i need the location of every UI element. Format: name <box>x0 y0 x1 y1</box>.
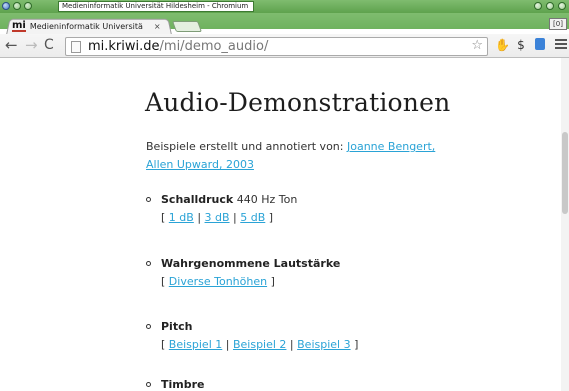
bracket-close: ] <box>350 338 359 351</box>
list-item: Timbre <box>146 376 205 391</box>
list-item: Pitch [ Beispiel 1 | Beispiel 2 | Beispi… <box>146 318 358 354</box>
list-item: Wahrgenommene Lautstärke [ Diverse Tonhö… <box>146 255 340 291</box>
extension-dollar-icon[interactable]: $ <box>514 38 528 53</box>
bullet-icon <box>146 261 151 266</box>
bracket-close: ] <box>265 211 274 224</box>
close-window-icon[interactable] <box>558 2 566 10</box>
tab-close-icon[interactable]: × <box>154 22 161 31</box>
byline: Beispiele erstellt und annotiert von: Jo… <box>146 138 446 174</box>
item-title: Wahrgenommene Lautstärke <box>161 255 340 273</box>
separator: | <box>229 211 241 224</box>
window-title: Medieninformatik Universität Hildesheim … <box>58 1 254 12</box>
audio-link-1db[interactable]: 1 dB <box>169 211 194 224</box>
app-menu-icon[interactable] <box>2 2 10 10</box>
page-title: Audio-Demonstrationen <box>145 88 451 117</box>
site-favicon-icon: mi <box>12 19 26 32</box>
window-controls <box>534 2 566 10</box>
item-links: [ Diverse Tonhöhen ] <box>161 273 340 291</box>
audio-link-3db[interactable]: 3 dB <box>205 211 230 224</box>
bracket-close: ] <box>267 275 275 288</box>
url-host: mi.kriwi.de <box>88 39 160 54</box>
bullet-icon <box>146 382 151 387</box>
item-title-rest: 440 Hz Ton <box>233 193 298 206</box>
audio-link-beispiel-2[interactable]: Beispiel 2 <box>233 338 286 351</box>
url-path: /mi/demo_audio/ <box>159 39 269 54</box>
item-title: Timbre <box>161 376 205 391</box>
tab-content[interactable]: mi Medieninformatik Universitä × <box>12 19 161 33</box>
bullet-icon <box>146 197 151 202</box>
scrollbar-thumb[interactable] <box>562 132 568 214</box>
item-title: Pitch <box>161 318 358 336</box>
page-icon <box>71 41 81 53</box>
window-circle-icon[interactable] <box>13 2 21 10</box>
list-item: Schalldruck 440 Hz Ton [ 1 dB | 3 dB | 5… <box>146 191 297 227</box>
audio-link-beispiel-3[interactable]: Beispiel 3 <box>297 338 350 351</box>
maximize-icon[interactable] <box>546 2 554 10</box>
bullet-icon <box>146 324 151 329</box>
bookmark-star-icon[interactable]: ☆ <box>471 38 483 53</box>
window-titlebar: Medieninformatik Universität Hildesheim … <box>0 0 569 13</box>
tab-label: Medieninformatik Universitä <box>29 21 143 31</box>
hamburger-menu-icon[interactable] <box>555 39 567 51</box>
item-title-bold: Pitch <box>161 320 193 333</box>
bracket-open: [ <box>161 338 169 351</box>
separator: | <box>222 338 233 351</box>
browser-toolbar: ← → C mi.kriwi.de/mi/demo_audio/ ☆ ✋ $ <box>0 34 569 58</box>
audio-link-beispiel-1[interactable]: Beispiel 1 <box>169 338 222 351</box>
bracket-open: [ <box>161 211 169 224</box>
extension-lock-icon[interactable] <box>533 38 547 53</box>
byline-text: Beispiele erstellt und annotiert von: <box>146 140 347 153</box>
window-circle-icon[interactable] <box>24 2 32 10</box>
back-icon[interactable]: ← <box>5 37 18 53</box>
item-title-bold: Timbre <box>161 378 205 391</box>
profile-badge[interactable]: [0] <box>549 18 567 30</box>
item-links: [ 1 dB | 3 dB | 5 dB ] <box>161 209 297 227</box>
extension-hand-icon[interactable]: ✋ <box>495 38 510 53</box>
minimize-icon[interactable] <box>534 2 542 10</box>
separator: | <box>193 211 205 224</box>
bracket-open: [ <box>161 275 169 288</box>
address-bar[interactable]: mi.kriwi.de/mi/demo_audio/ ☆ <box>65 37 488 56</box>
window-app-controls <box>2 2 32 10</box>
item-links: [ Beispiel 1 | Beispiel 2 | Beispiel 3 ] <box>161 336 358 354</box>
item-title-bold: Wahrgenommene Lautstärke <box>161 257 341 270</box>
separator: | <box>286 338 298 351</box>
item-title-bold: Schalldruck <box>161 193 234 206</box>
audio-link-5db[interactable]: 5 dB <box>240 211 265 224</box>
scrollbar[interactable] <box>561 58 569 391</box>
new-tab-button[interactable] <box>171 21 203 32</box>
item-title: Schalldruck 440 Hz Ton <box>161 191 297 209</box>
forward-icon[interactable]: → <box>25 37 38 53</box>
reload-icon[interactable]: C <box>44 37 54 53</box>
url-text[interactable]: mi.kriwi.de/mi/demo_audio/ <box>88 39 268 55</box>
audio-link-diverse[interactable]: Diverse Tonhöhen <box>169 275 267 288</box>
